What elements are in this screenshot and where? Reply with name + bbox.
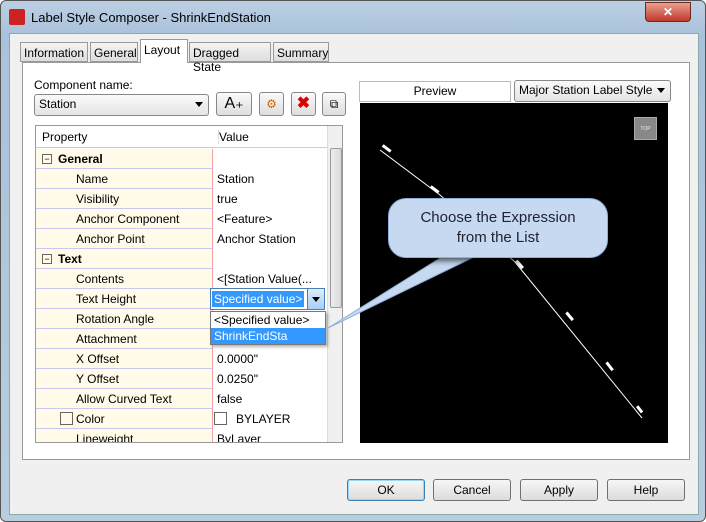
callout-bubble: Choose the Expression from the List [388, 198, 608, 258]
callout-tail [327, 254, 479, 329]
callout-line-2: from the List [456, 229, 540, 246]
ok-button[interactable]: OK [347, 479, 425, 501]
apply-button[interactable]: Apply [520, 479, 598, 501]
callout-line-1: Choose the Expression [420, 209, 576, 226]
cancel-button[interactable]: Cancel [433, 479, 511, 501]
help-button[interactable]: Help [607, 479, 685, 501]
